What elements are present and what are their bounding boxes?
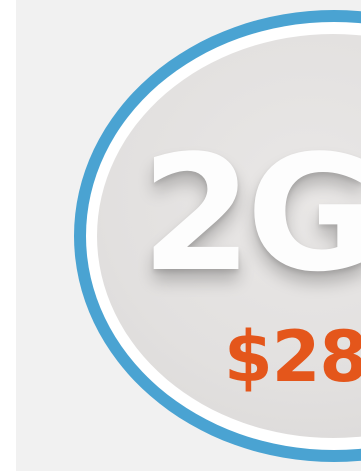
screen: 2G $285 bbox=[0, 0, 361, 471]
left-margin bbox=[0, 0, 16, 471]
plan-headline: 2G bbox=[141, 120, 361, 307]
plan-price: $285 bbox=[224, 316, 361, 398]
